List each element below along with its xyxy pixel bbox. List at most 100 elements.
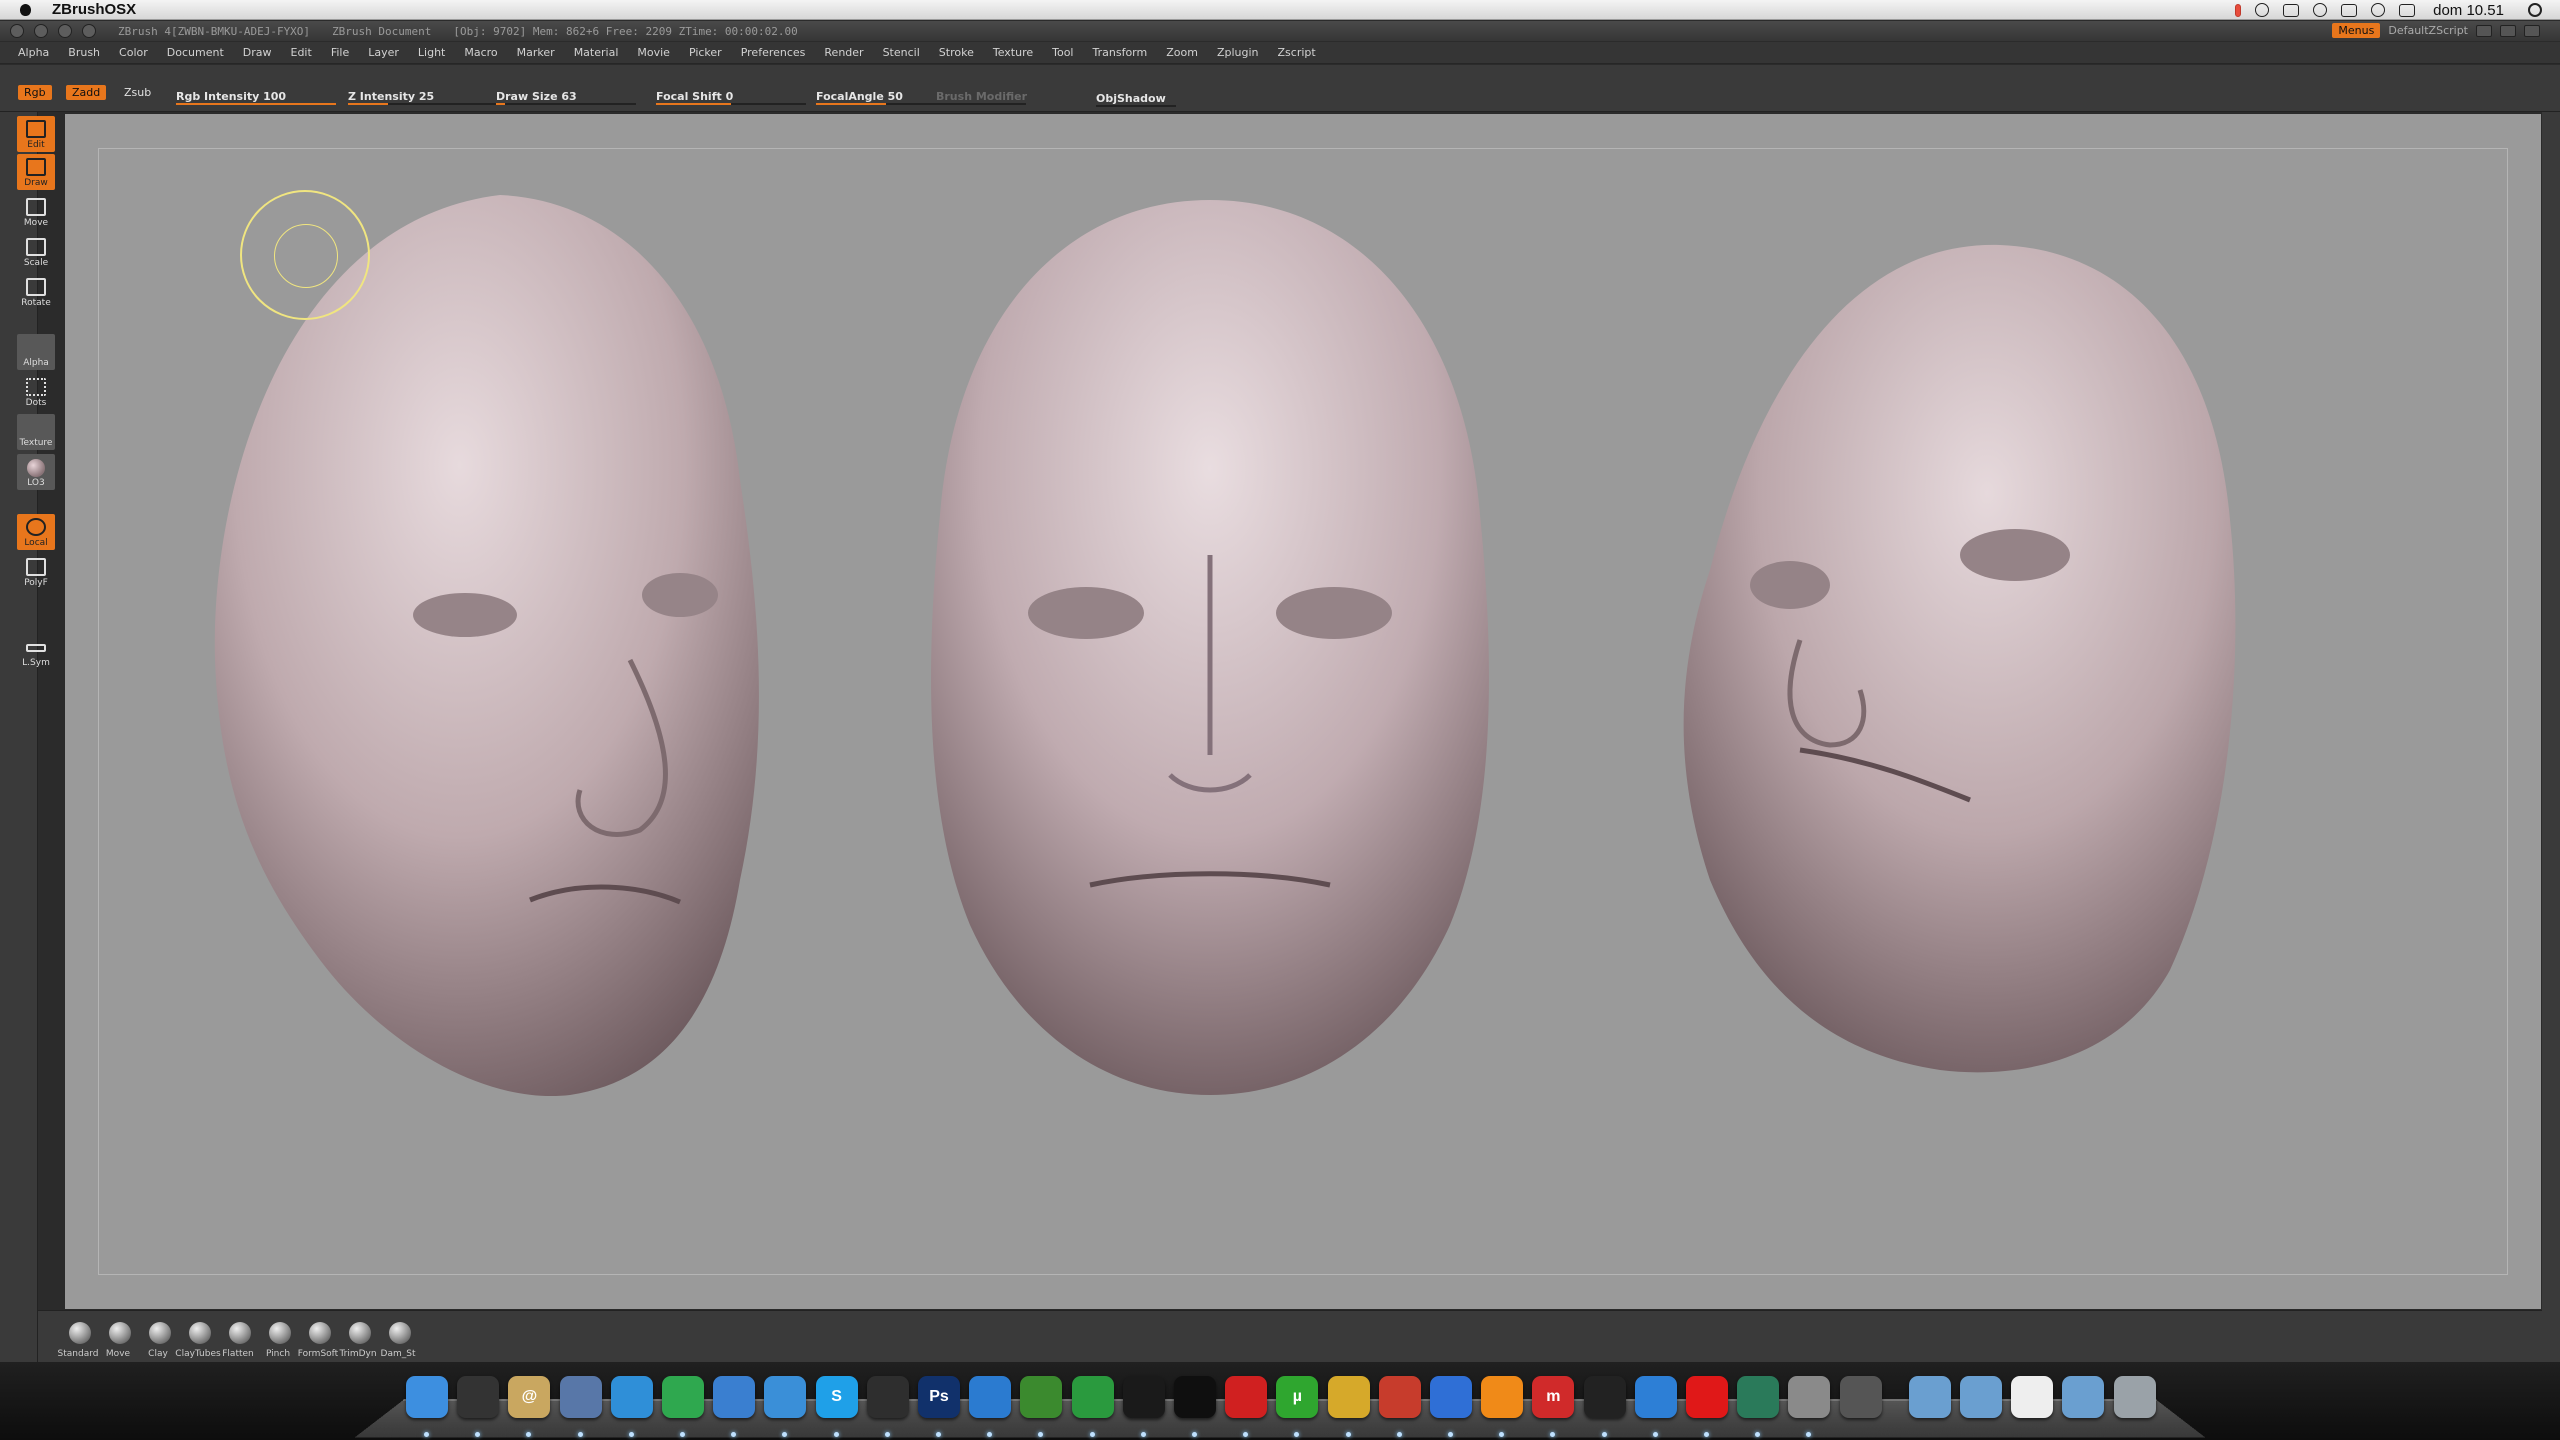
photoshop-icon[interactable]: Ps bbox=[918, 1376, 960, 1418]
bluetooth-icon[interactable] bbox=[2341, 3, 2358, 17]
time-machine-status-icon[interactable] bbox=[2313, 3, 2328, 17]
rgb-button[interactable]: Rgb bbox=[18, 85, 52, 100]
menu-edit[interactable]: Edit bbox=[291, 46, 312, 59]
trash-icon[interactable] bbox=[2113, 1376, 2156, 1418]
skype-icon[interactable]: S bbox=[815, 1376, 858, 1418]
layout-icon[interactable] bbox=[2476, 24, 2492, 37]
alpha-button[interactable]: Alpha bbox=[17, 334, 55, 370]
focal-shift-slider[interactable]: Focal Shift 0 bbox=[656, 85, 806, 109]
keynote-icon[interactable] bbox=[1071, 1376, 1114, 1418]
local-button[interactable]: Local bbox=[17, 514, 55, 550]
documents-folder-icon[interactable] bbox=[1960, 1376, 2002, 1418]
spb-icon[interactable] bbox=[1225, 1376, 1268, 1418]
polyf-button[interactable]: PolyF bbox=[17, 554, 55, 590]
menu-layer[interactable]: Layer bbox=[368, 46, 399, 59]
brush-pinch[interactable]: Pinch bbox=[258, 1319, 298, 1359]
menu-stencil[interactable]: Stencil bbox=[883, 46, 920, 59]
finder-icon[interactable] bbox=[406, 1376, 448, 1418]
sysprefs-icon[interactable] bbox=[1788, 1376, 1831, 1418]
texture-button[interactable]: Texture bbox=[17, 414, 55, 450]
preview-icon[interactable] bbox=[559, 1376, 602, 1418]
document-icon[interactable] bbox=[2011, 1376, 2054, 1418]
layout-icon[interactable] bbox=[2524, 24, 2540, 37]
chrome-icon[interactable] bbox=[662, 1376, 704, 1418]
menu-stroke[interactable]: Stroke bbox=[939, 46, 974, 59]
applications-folder-icon[interactable] bbox=[1908, 1376, 1951, 1418]
dashboard-icon[interactable] bbox=[457, 1376, 500, 1418]
clock[interactable]: dom 10.51 bbox=[2433, 2, 2504, 19]
mic-icon[interactable] bbox=[1839, 1376, 1882, 1418]
brush-standard[interactable]: Standard bbox=[58, 1319, 98, 1359]
menus-button[interactable]: Menus bbox=[2332, 23, 2381, 38]
battery-low-icon[interactable] bbox=[2235, 3, 2242, 17]
apple-menu-icon[interactable] bbox=[0, 0, 40, 20]
draw-size-slider[interactable]: Draw Size 63 bbox=[496, 85, 636, 109]
menu-picker[interactable]: Picker bbox=[689, 46, 722, 59]
facetime-icon[interactable] bbox=[713, 1376, 756, 1418]
contacts-icon[interactable] bbox=[866, 1376, 909, 1418]
itunes-icon[interactable] bbox=[1430, 1376, 1472, 1418]
brush-clay[interactable]: Clay bbox=[138, 1319, 178, 1359]
vlc-icon[interactable] bbox=[1481, 1376, 1524, 1418]
default-zscript[interactable]: DefaultZScript bbox=[2388, 24, 2468, 37]
menu-preferences[interactable]: Preferences bbox=[741, 46, 806, 59]
z-intensity-slider[interactable]: Z Intensity 25 bbox=[348, 85, 508, 109]
utorrent-icon[interactable]: µ bbox=[1276, 1376, 1319, 1418]
mail-icon[interactable]: @ bbox=[508, 1376, 551, 1418]
safari-icon[interactable] bbox=[610, 1376, 653, 1418]
wifi-icon[interactable] bbox=[2371, 3, 2386, 17]
app-name[interactable]: ZBrushOSX bbox=[40, 1, 136, 18]
brush-flatten[interactable]: Flatten bbox=[218, 1319, 258, 1359]
stroke-dots-button[interactable]: Dots bbox=[17, 374, 55, 410]
lsym-button[interactable]: L.Sym bbox=[17, 634, 55, 670]
menu-render[interactable]: Render bbox=[824, 46, 863, 59]
zadd-button[interactable]: Zadd bbox=[66, 85, 107, 100]
menu-draw[interactable]: Draw bbox=[243, 46, 272, 59]
brush-damst[interactable]: Dam_St bbox=[378, 1319, 418, 1359]
menu-transform[interactable]: Transform bbox=[1093, 46, 1148, 59]
brush-modifier-slider[interactable]: Brush Modifier bbox=[936, 85, 1027, 109]
zoom-window-icon[interactable] bbox=[58, 24, 72, 38]
menu-tool[interactable]: Tool bbox=[1052, 46, 1073, 59]
menu-marker[interactable]: Marker bbox=[517, 46, 555, 59]
layout-icon[interactable] bbox=[2500, 24, 2516, 37]
volume-icon[interactable] bbox=[2399, 3, 2416, 17]
menu-material[interactable]: Material bbox=[574, 46, 619, 59]
display-icon[interactable] bbox=[2283, 3, 2300, 17]
focal-angle-slider[interactable]: FocalAngle 50 bbox=[816, 85, 956, 109]
menu-color[interactable]: Color bbox=[119, 46, 148, 59]
runner-icon[interactable] bbox=[1174, 1376, 1216, 1418]
sculpted-head-left[interactable] bbox=[200, 180, 800, 1110]
menu-macro[interactable]: Macro bbox=[464, 46, 497, 59]
menu-alpha[interactable]: Alpha bbox=[18, 46, 49, 59]
rotate-button[interactable]: Rotate bbox=[17, 274, 55, 310]
downloads-folder-icon[interactable] bbox=[2062, 1376, 2105, 1418]
plex-icon[interactable] bbox=[1583, 1376, 1626, 1418]
draw-button[interactable]: Draw bbox=[17, 154, 55, 190]
timemachine-icon[interactable] bbox=[1737, 1376, 1780, 1418]
close-window-icon[interactable] bbox=[10, 24, 24, 38]
material-button[interactable]: LO3 bbox=[17, 454, 55, 490]
menu-texture[interactable]: Texture bbox=[993, 46, 1033, 59]
spotlight-icon[interactable] bbox=[2528, 3, 2542, 17]
move-button[interactable]: Move bbox=[17, 194, 55, 230]
rgb-intensity-slider[interactable]: Rgb Intensity 100 bbox=[176, 85, 336, 109]
minimize-window-icon[interactable] bbox=[34, 24, 48, 38]
appstore-icon[interactable] bbox=[1634, 1376, 1677, 1418]
menu-zoom[interactable]: Zoom bbox=[1166, 46, 1198, 59]
miro-icon[interactable]: m bbox=[1532, 1376, 1575, 1418]
dolphin-icon[interactable] bbox=[1122, 1376, 1165, 1418]
menu-movie[interactable]: Movie bbox=[637, 46, 670, 59]
menu-document[interactable]: Document bbox=[167, 46, 224, 59]
vodafone-icon[interactable] bbox=[1686, 1376, 1728, 1418]
brush-trimdyn[interactable]: TrimDyn bbox=[338, 1319, 378, 1359]
messenger-icon[interactable] bbox=[764, 1376, 807, 1418]
menu-file[interactable]: File bbox=[331, 46, 349, 59]
brush-formsoft[interactable]: FormSoft bbox=[298, 1319, 338, 1359]
numbers-icon[interactable] bbox=[969, 1376, 1012, 1418]
jdownloader-icon[interactable] bbox=[1327, 1376, 1370, 1418]
edit-button[interactable]: Edit bbox=[17, 116, 55, 152]
menu-zscript[interactable]: Zscript bbox=[1278, 46, 1316, 59]
menu-brush[interactable]: Brush bbox=[68, 46, 100, 59]
sculpted-head-front[interactable] bbox=[910, 195, 1510, 1105]
